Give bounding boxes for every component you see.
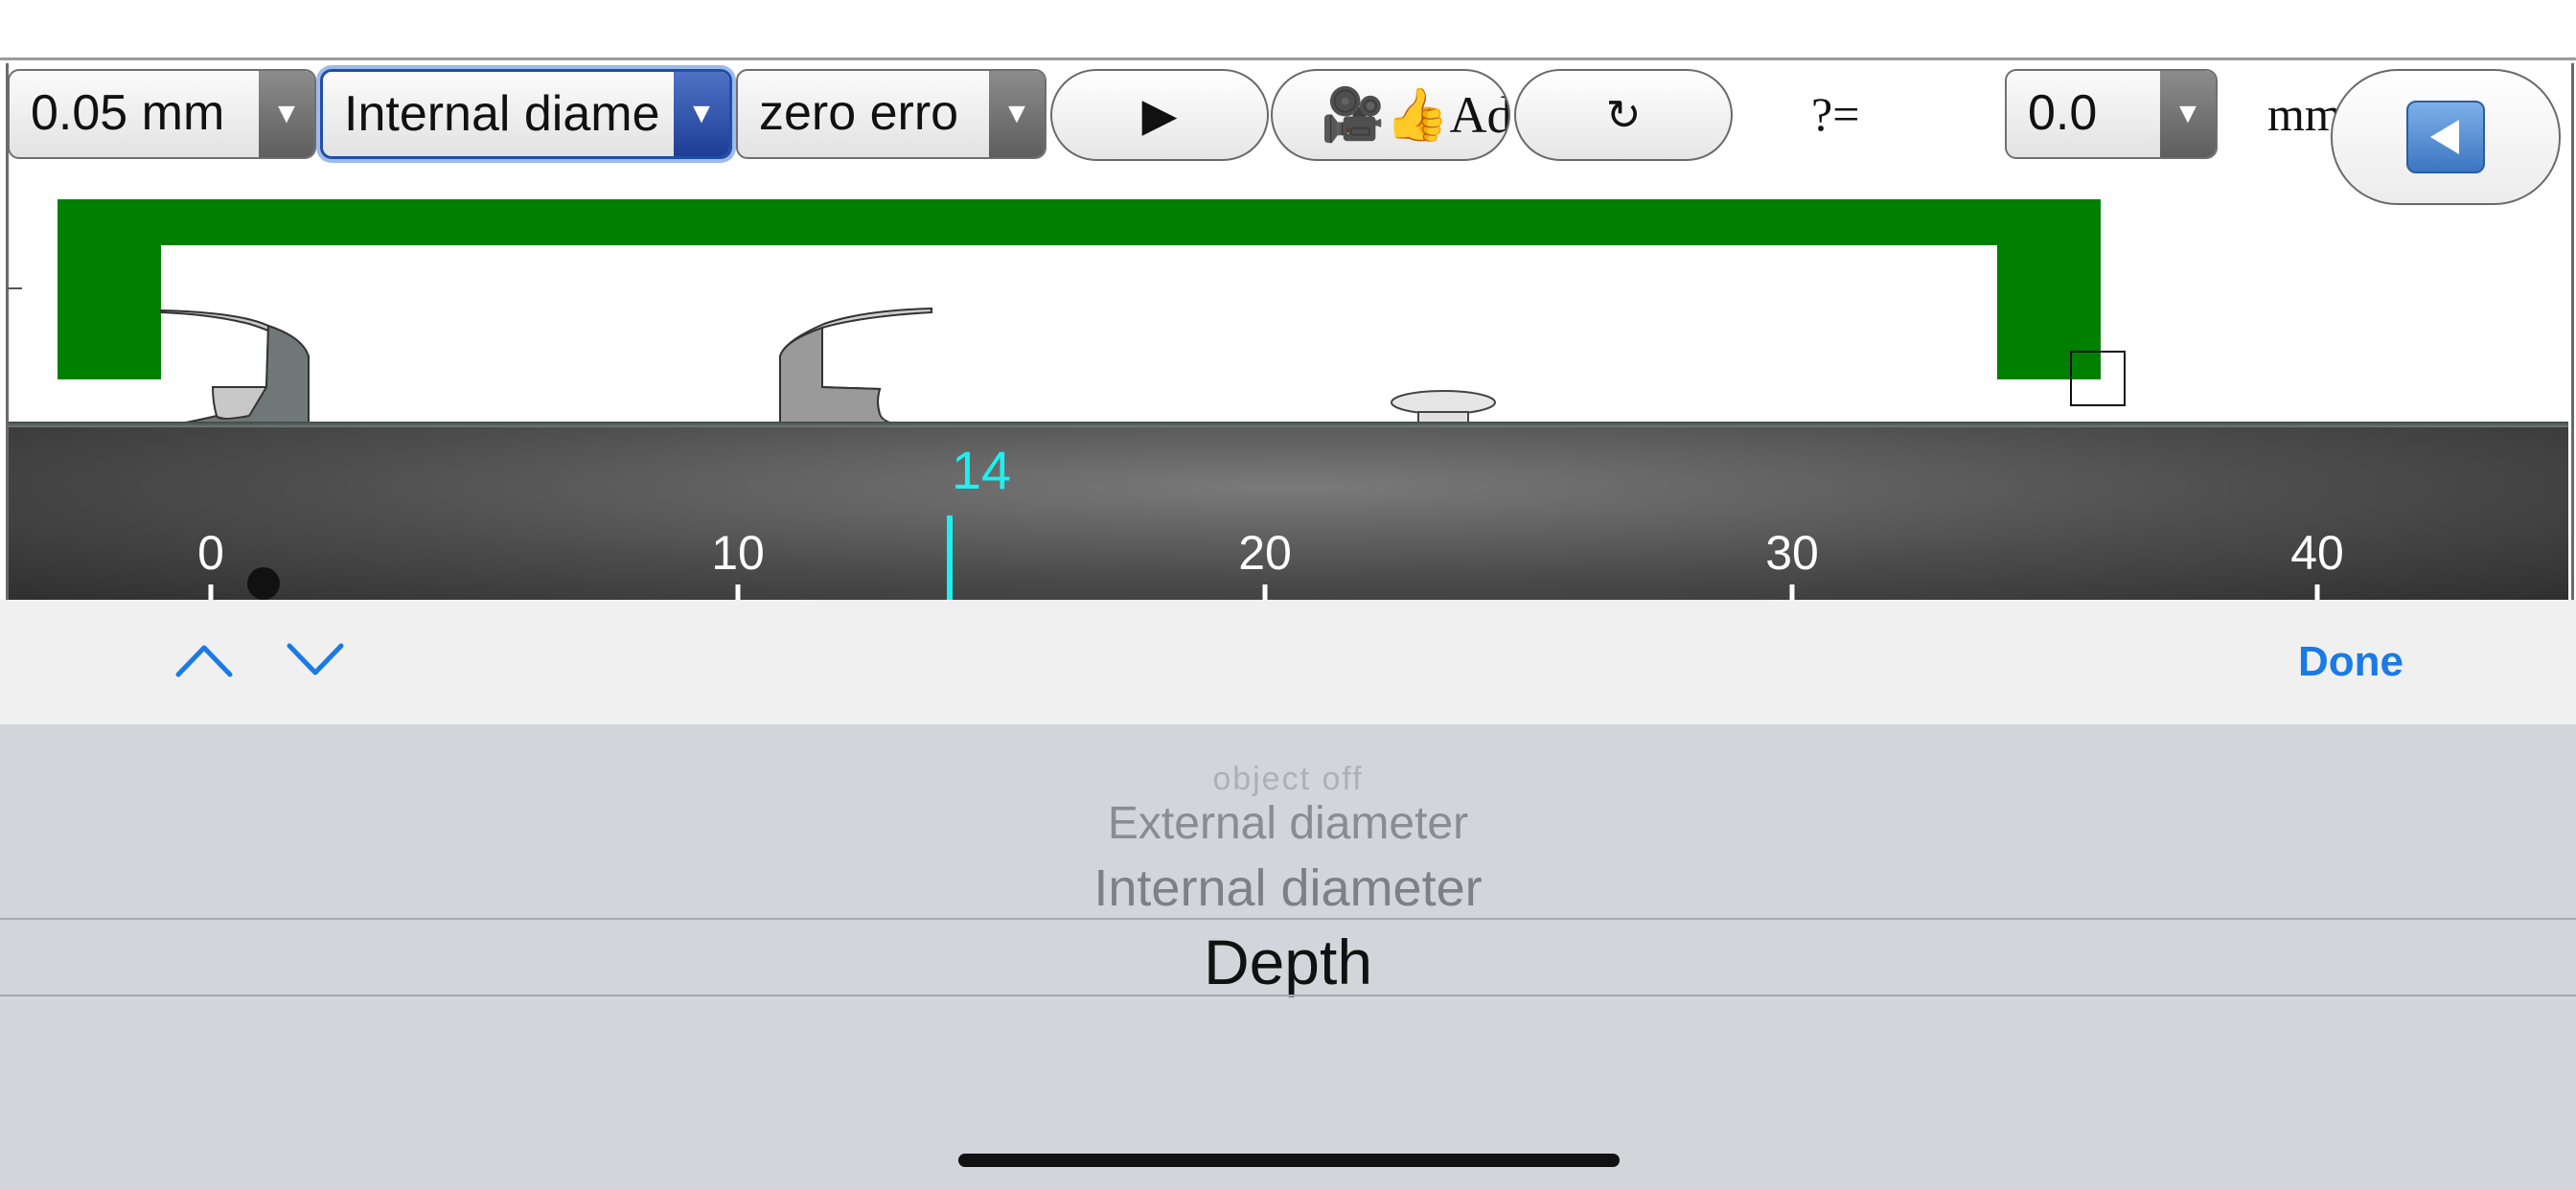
picker-wheel[interactable]: object off External diameter Internal di… xyxy=(0,724,2576,1190)
scale-tick-label: 10 xyxy=(711,526,765,580)
picker-option[interactable]: object off xyxy=(0,761,2576,798)
drag-handle-dot[interactable] xyxy=(247,567,280,600)
scale-tick-label: 0 xyxy=(197,526,224,580)
measurement-cursor[interactable] xyxy=(947,515,953,602)
scale-tick-label: 40 xyxy=(2290,526,2344,580)
picker-selection-top xyxy=(0,918,2576,920)
chevron-up-icon[interactable] xyxy=(174,640,234,683)
done-button[interactable]: Done xyxy=(2298,638,2404,686)
depth-probe-head xyxy=(1391,390,1496,415)
chevron-down-icon[interactable] xyxy=(286,640,345,683)
picker-accessory-bar: Done xyxy=(0,600,2576,724)
sliding-jaw-shadow xyxy=(779,326,932,428)
picker-option-selected[interactable]: Depth xyxy=(0,926,2576,998)
target-marker[interactable] xyxy=(2070,351,2126,406)
home-indicator[interactable] xyxy=(958,1154,1620,1167)
picker-option[interactable]: External diameter xyxy=(0,797,2576,850)
scale-tick-label: 30 xyxy=(1765,526,1819,580)
caliper-frame xyxy=(58,199,2101,379)
picker-selection-bottom xyxy=(0,995,2576,996)
cursor-value-label: 14 xyxy=(951,440,1012,500)
scale-tick-label: 20 xyxy=(1238,526,1292,580)
picker-option[interactable]: Internal diameter xyxy=(0,858,2576,918)
